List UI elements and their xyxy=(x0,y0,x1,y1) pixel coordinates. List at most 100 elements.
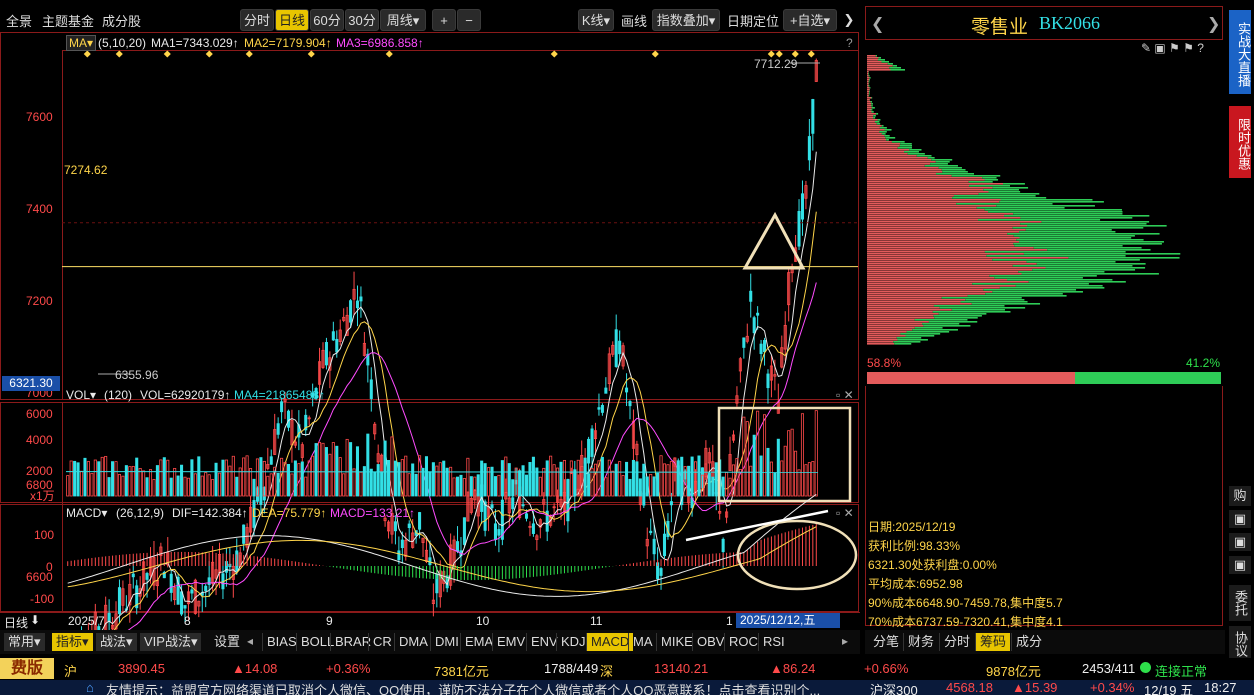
promo-button[interactable]: 限时优惠 xyxy=(1229,106,1251,178)
chip-bar-loss xyxy=(909,149,922,151)
cursor-date-box: 2025/12/12,五 xyxy=(736,613,840,628)
tab-theme-fund[interactable]: 主题基金 xyxy=(42,11,94,30)
chip-bar-loss xyxy=(868,75,870,77)
indicator-group-button[interactable]: 指标▾ xyxy=(52,633,93,651)
ma-indicator-selector[interactable]: MA▾ xyxy=(66,35,97,51)
volume-bar xyxy=(493,476,497,497)
indicator-tab-bias[interactable]: BIAS xyxy=(262,633,301,651)
add-watchlist-menu[interactable]: +自选▾ xyxy=(783,9,837,31)
scroll-right-icon[interactable]: ▸ xyxy=(842,634,848,648)
volume-bar xyxy=(345,438,349,497)
chip-bar-loss xyxy=(942,171,968,173)
next-sector-icon[interactable]: ❯ xyxy=(1207,14,1220,34)
volume-bar xyxy=(759,455,763,497)
candle-body xyxy=(600,405,604,413)
period-daily[interactable]: 日线 xyxy=(275,9,309,31)
notice-text[interactable]: 友情提示：益盟官方网络渠道已取消个人微信、QQ使用，谨防不法分子在个人微信或者个… xyxy=(106,680,916,695)
chip-bar-profit xyxy=(867,245,1015,247)
chip-bar-loss xyxy=(887,63,893,65)
agreement-button[interactable]: 协议 xyxy=(1229,626,1251,662)
zoom-in-button[interactable]: + xyxy=(432,9,456,31)
macd-selector[interactable]: MACD▾ xyxy=(66,506,107,520)
vol-unit-label: x1万 xyxy=(30,489,55,503)
common-group-button[interactable]: 常用▾ xyxy=(4,633,45,651)
kline-chart-area[interactable] xyxy=(0,30,862,630)
period-60min[interactable]: 60分 xyxy=(310,9,344,31)
tab-timeshare[interactable]: 分时 xyxy=(939,633,974,651)
prev-sector-icon[interactable]: ❮ xyxy=(871,14,884,34)
sidebar-icon-2[interactable]: ▣ xyxy=(1229,533,1251,551)
chip-bar-profit xyxy=(867,173,936,175)
settings-button[interactable]: 设置 xyxy=(210,633,244,651)
tab-finance[interactable]: 财务 xyxy=(903,633,938,651)
chip-bar-loss xyxy=(1025,229,1112,231)
candle-body xyxy=(531,523,535,534)
live-stream-button[interactable]: 实战大直播 xyxy=(1229,10,1251,94)
chip-bar-loss xyxy=(1020,223,1147,225)
vol-window-controls-icon[interactable]: ▫ ✕ xyxy=(836,388,854,402)
period-weekly[interactable]: 周线▾ xyxy=(380,9,426,31)
indicator-tab-rsi[interactable]: RSI xyxy=(758,633,789,651)
chip-bar-profit xyxy=(867,289,984,291)
chip-bar-loss xyxy=(1012,227,1144,229)
candle-body xyxy=(349,300,353,323)
candle-body xyxy=(752,317,756,334)
sidebar-icon-3[interactable]: ▣ xyxy=(1229,556,1251,574)
macd-window-controls-icon[interactable]: ▫ ✕ xyxy=(836,506,854,520)
vip-strategy-button[interactable]: VIP战法▾ xyxy=(140,633,202,651)
chip-bar-profit xyxy=(867,151,905,153)
volume-bar xyxy=(79,470,84,497)
indicator-tab-roc[interactable]: ROC xyxy=(724,633,762,651)
vol-selector[interactable]: VOL▾ xyxy=(66,388,96,402)
volume-bar xyxy=(221,459,225,497)
chip-bar-loss xyxy=(870,101,873,103)
entrust-button[interactable]: 委托 xyxy=(1229,585,1251,621)
volume-bar xyxy=(352,468,356,497)
home-icon[interactable]: ⌂ xyxy=(86,680,94,695)
indicator-tab-emv[interactable]: EMV xyxy=(492,633,529,651)
chip-bar-profit xyxy=(867,233,1008,235)
sidebar-icon-1[interactable]: ▣ xyxy=(1229,510,1251,528)
index-overlay-menu[interactable]: 指数叠加▾ xyxy=(652,9,720,31)
tab-chips[interactable]: 筹码 xyxy=(975,633,1011,651)
current-price-box: 6321.30 xyxy=(2,376,60,391)
buy-button[interactable]: 购 xyxy=(1229,486,1251,506)
next-arrow-icon[interactable]: ❯ xyxy=(840,9,858,31)
indicator-tab-obv[interactable]: OBV xyxy=(692,633,728,651)
volume-bar xyxy=(186,477,190,497)
strategy-group-button[interactable]: 战法▾ xyxy=(96,633,137,651)
scroll-left-icon[interactable]: ◂ xyxy=(247,634,253,648)
candle-body xyxy=(766,373,770,389)
chip-bar-loss xyxy=(941,297,1022,299)
indicator-tab-dma[interactable]: DMA xyxy=(394,633,432,651)
tab-ticks[interactable]: 分笔 xyxy=(869,633,903,651)
draw-line-button[interactable]: 画线 xyxy=(621,11,647,30)
help-icon[interactable]: ? xyxy=(846,36,853,50)
chip-bar-profit xyxy=(867,223,1021,225)
vol-tick-6000: 6000 xyxy=(26,407,53,421)
chip-bar-loss xyxy=(924,165,958,167)
period-30min[interactable]: 30分 xyxy=(345,9,379,31)
zoom-out-button[interactable]: − xyxy=(457,9,481,31)
kline-menu[interactable]: K线▾ xyxy=(578,9,614,31)
low-price-label: 6355.96 xyxy=(115,368,159,382)
indicator-tab-macd[interactable]: MACD xyxy=(586,633,634,651)
chip-bar-loss xyxy=(935,173,974,175)
chip-tools-icon[interactable]: ✎ ▣ ⚑ ⚑ ? xyxy=(1141,41,1204,55)
indicator-tab-mike[interactable]: MIKE xyxy=(656,633,697,651)
volume-bar xyxy=(552,464,556,497)
indicator-tab-dmi[interactable]: DMI xyxy=(430,633,463,651)
indicator-tab-kdj[interactable]: KDJ xyxy=(556,633,590,651)
tab-components[interactable]: 成分 xyxy=(1011,633,1046,651)
tab-constituents[interactable]: 成分股 xyxy=(102,11,141,30)
date-locate-button[interactable]: 日期定位 xyxy=(727,11,779,30)
free-version-badge[interactable]: 费版 xyxy=(0,658,54,679)
indicator-tab-cr[interactable]: CR xyxy=(368,633,396,651)
volume-bar xyxy=(783,445,787,497)
tab-overview[interactable]: 全景 xyxy=(6,11,32,30)
indicator-tab-ma[interactable]: MA xyxy=(628,633,657,651)
period-timeshare[interactable]: 分时 xyxy=(240,9,274,31)
chip-bar-profit xyxy=(867,251,985,253)
chip-bar-profit xyxy=(867,79,870,81)
volume-bar xyxy=(197,456,201,497)
